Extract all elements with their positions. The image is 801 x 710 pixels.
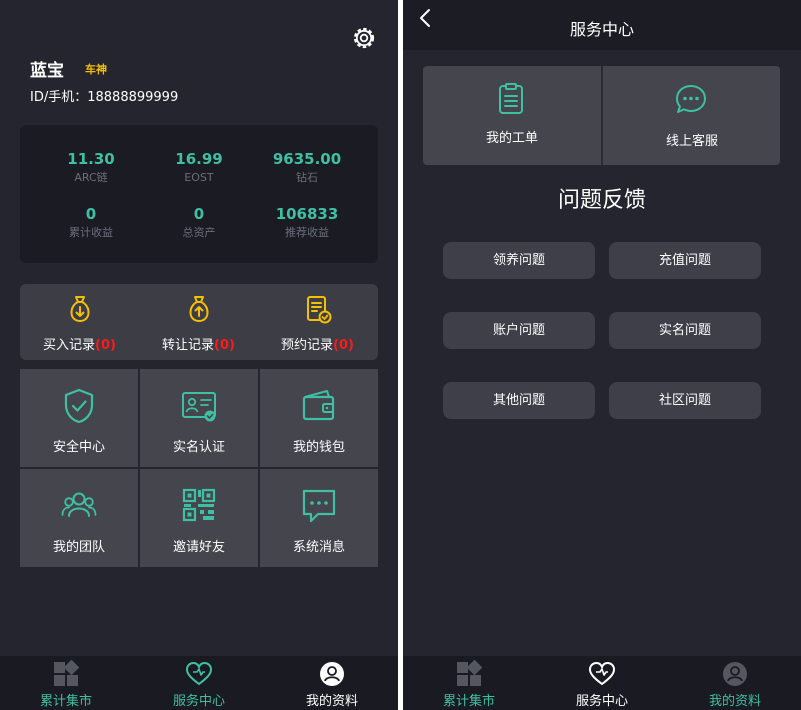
stat-label: 钻石: [296, 171, 318, 184]
record-count: (0): [95, 338, 116, 353]
real-name-verification-button[interactable]: 实名认证: [140, 369, 258, 467]
stat-total-assets: 0 总资产: [144, 205, 254, 240]
grid-label: 我的钱包: [292, 440, 345, 455]
clipboard-icon: [499, 83, 523, 114]
tab-label: 我的资料: [708, 694, 761, 709]
user-level-badge: 车神: [85, 63, 107, 76]
wallet-icon: [302, 390, 335, 421]
asset-stats-panel: 11.30 ARC链 16.99 EOST 9635.00 钻石 0 累计收益 …: [20, 125, 378, 263]
stat-arc: 11.30 ARC链: [36, 150, 146, 185]
record-label-text: 买入记录: [43, 338, 96, 353]
tab-service-center[interactable]: 服务中心: [133, 656, 265, 710]
user-avatar-icon: [723, 662, 747, 686]
tab-my-profile[interactable]: 我的资料: [669, 656, 801, 710]
feedback-title: 问题反馈: [557, 188, 646, 213]
grid-label: 系统消息: [292, 540, 345, 555]
money-bag-up-icon: [189, 296, 209, 322]
message-icon: [302, 489, 336, 523]
my-tickets-button[interactable]: 我的工单: [423, 66, 601, 165]
stat-eost: 16.99 EOST: [144, 150, 254, 185]
invite-friends-button[interactable]: 邀请好友: [140, 469, 258, 567]
grid-label: 安全中心: [52, 440, 105, 455]
stat-label: ARC链: [74, 171, 108, 184]
stat-label: 累计收益: [69, 226, 113, 239]
document-check-icon: [307, 296, 332, 324]
tab-label: 累计集市: [39, 694, 92, 709]
tab-service-center[interactable]: 服务中心: [536, 656, 668, 710]
heart-icon: [588, 661, 616, 686]
transfer-records-button[interactable]: 转让记录(0): [139, 284, 258, 360]
reservation-records-label: 预约记录(0): [258, 334, 377, 353]
grid-label: 邀请好友: [172, 540, 225, 555]
my-team-button[interactable]: 我的团队: [20, 469, 138, 567]
record-label-text: 预约记录: [281, 338, 334, 353]
feature-grid: 安全中心 实名认证 我的钱包 我的团队 邀请好友 系统消息: [20, 369, 378, 567]
service-center-screen: 服务中心 我的工单 线上客服 问题反馈 领养问题 充值问题 账户问题 实名问题 …: [403, 0, 801, 710]
tab-my-profile[interactable]: 我的资料: [266, 656, 398, 710]
feedback-adoption-button[interactable]: 领养问题: [443, 242, 595, 279]
grid-apps-icon: [54, 660, 80, 686]
tab-market[interactable]: 累计集市: [0, 656, 132, 710]
stat-value: 11.30: [67, 150, 115, 168]
reservation-records-button[interactable]: 预约记录(0): [258, 284, 377, 360]
grid-apps-icon: [457, 660, 483, 686]
online-support-button[interactable]: 线上客服: [603, 66, 781, 165]
money-bag-down-icon: [70, 296, 90, 322]
record-label-text: 转让记录: [162, 338, 215, 353]
service-label: 线上客服: [665, 134, 718, 149]
stat-value: 0: [85, 205, 97, 223]
username: 蓝宝: [30, 61, 64, 81]
feedback-other-button[interactable]: 其他问题: [443, 382, 595, 419]
id-label: ID/手机：: [30, 90, 88, 105]
top-navigation-bar: 服务中心: [403, 0, 801, 50]
user-id-line: ID/手机：18888899999: [30, 86, 178, 105]
stat-value: 9635.00: [272, 150, 342, 168]
stat-label: EOST: [184, 171, 214, 184]
system-messages-button[interactable]: 系统消息: [260, 469, 378, 567]
stat-value: 0: [193, 205, 205, 223]
stat-value: 106833: [275, 205, 339, 223]
stat-total-earnings: 0 累计收益: [36, 205, 146, 240]
tab-market[interactable]: 累计集市: [403, 656, 535, 710]
transfer-records-label: 转让记录(0): [139, 334, 258, 353]
bottom-tab-bar: 累计集市 服务中心 我的资料: [403, 656, 801, 710]
buy-records-button[interactable]: 买入记录(0): [20, 284, 139, 360]
stat-label: 推荐收益: [285, 226, 329, 239]
team-icon: [61, 492, 97, 517]
my-wallet-button[interactable]: 我的钱包: [260, 369, 378, 467]
buy-records-label: 买入记录(0): [20, 334, 139, 353]
page-title: 服务中心: [569, 20, 634, 39]
heart-icon: [185, 661, 213, 686]
profile-screen: 蓝宝 车神 ID/手机：18888899999 11.30 ARC链 16.99…: [0, 0, 398, 710]
grid-label: 实名认证: [172, 440, 225, 455]
tab-label: 我的资料: [305, 694, 358, 709]
qr-code-icon: [182, 488, 216, 522]
stat-label: 总资产: [182, 226, 216, 239]
user-avatar-icon: [320, 662, 344, 686]
id-card-icon: [182, 392, 216, 422]
feedback-real-name-button[interactable]: 实名问题: [609, 312, 761, 349]
bottom-tab-bar: 累计集市 服务中心 我的资料: [0, 656, 398, 710]
records-panel: 买入记录(0) 转让记录(0) 预约记录(0): [20, 284, 378, 360]
feedback-recharge-button[interactable]: 充值问题: [609, 242, 761, 279]
stat-diamond: 9635.00 钻石: [252, 150, 362, 185]
grid-label: 我的团队: [52, 540, 105, 555]
record-count: (0): [214, 338, 235, 353]
service-options-panel: 我的工单 线上客服: [423, 66, 780, 165]
shield-check-icon: [64, 388, 94, 424]
stat-referral-earnings: 106833 推荐收益: [252, 205, 362, 240]
feedback-community-button[interactable]: 社区问题: [609, 382, 761, 419]
stat-value: 16.99: [175, 150, 223, 168]
id-value: 18888899999: [87, 90, 179, 105]
chat-bubble-icon: [676, 85, 706, 113]
settings-gear-icon[interactable]: [350, 24, 378, 52]
tab-label: 累计集市: [442, 694, 495, 709]
feedback-account-button[interactable]: 账户问题: [443, 312, 595, 349]
security-center-button[interactable]: 安全中心: [20, 369, 138, 467]
service-label: 我的工单: [485, 131, 538, 146]
tab-label: 服务中心: [172, 694, 225, 709]
tab-label: 服务中心: [575, 694, 628, 709]
record-count: (0): [333, 338, 354, 353]
